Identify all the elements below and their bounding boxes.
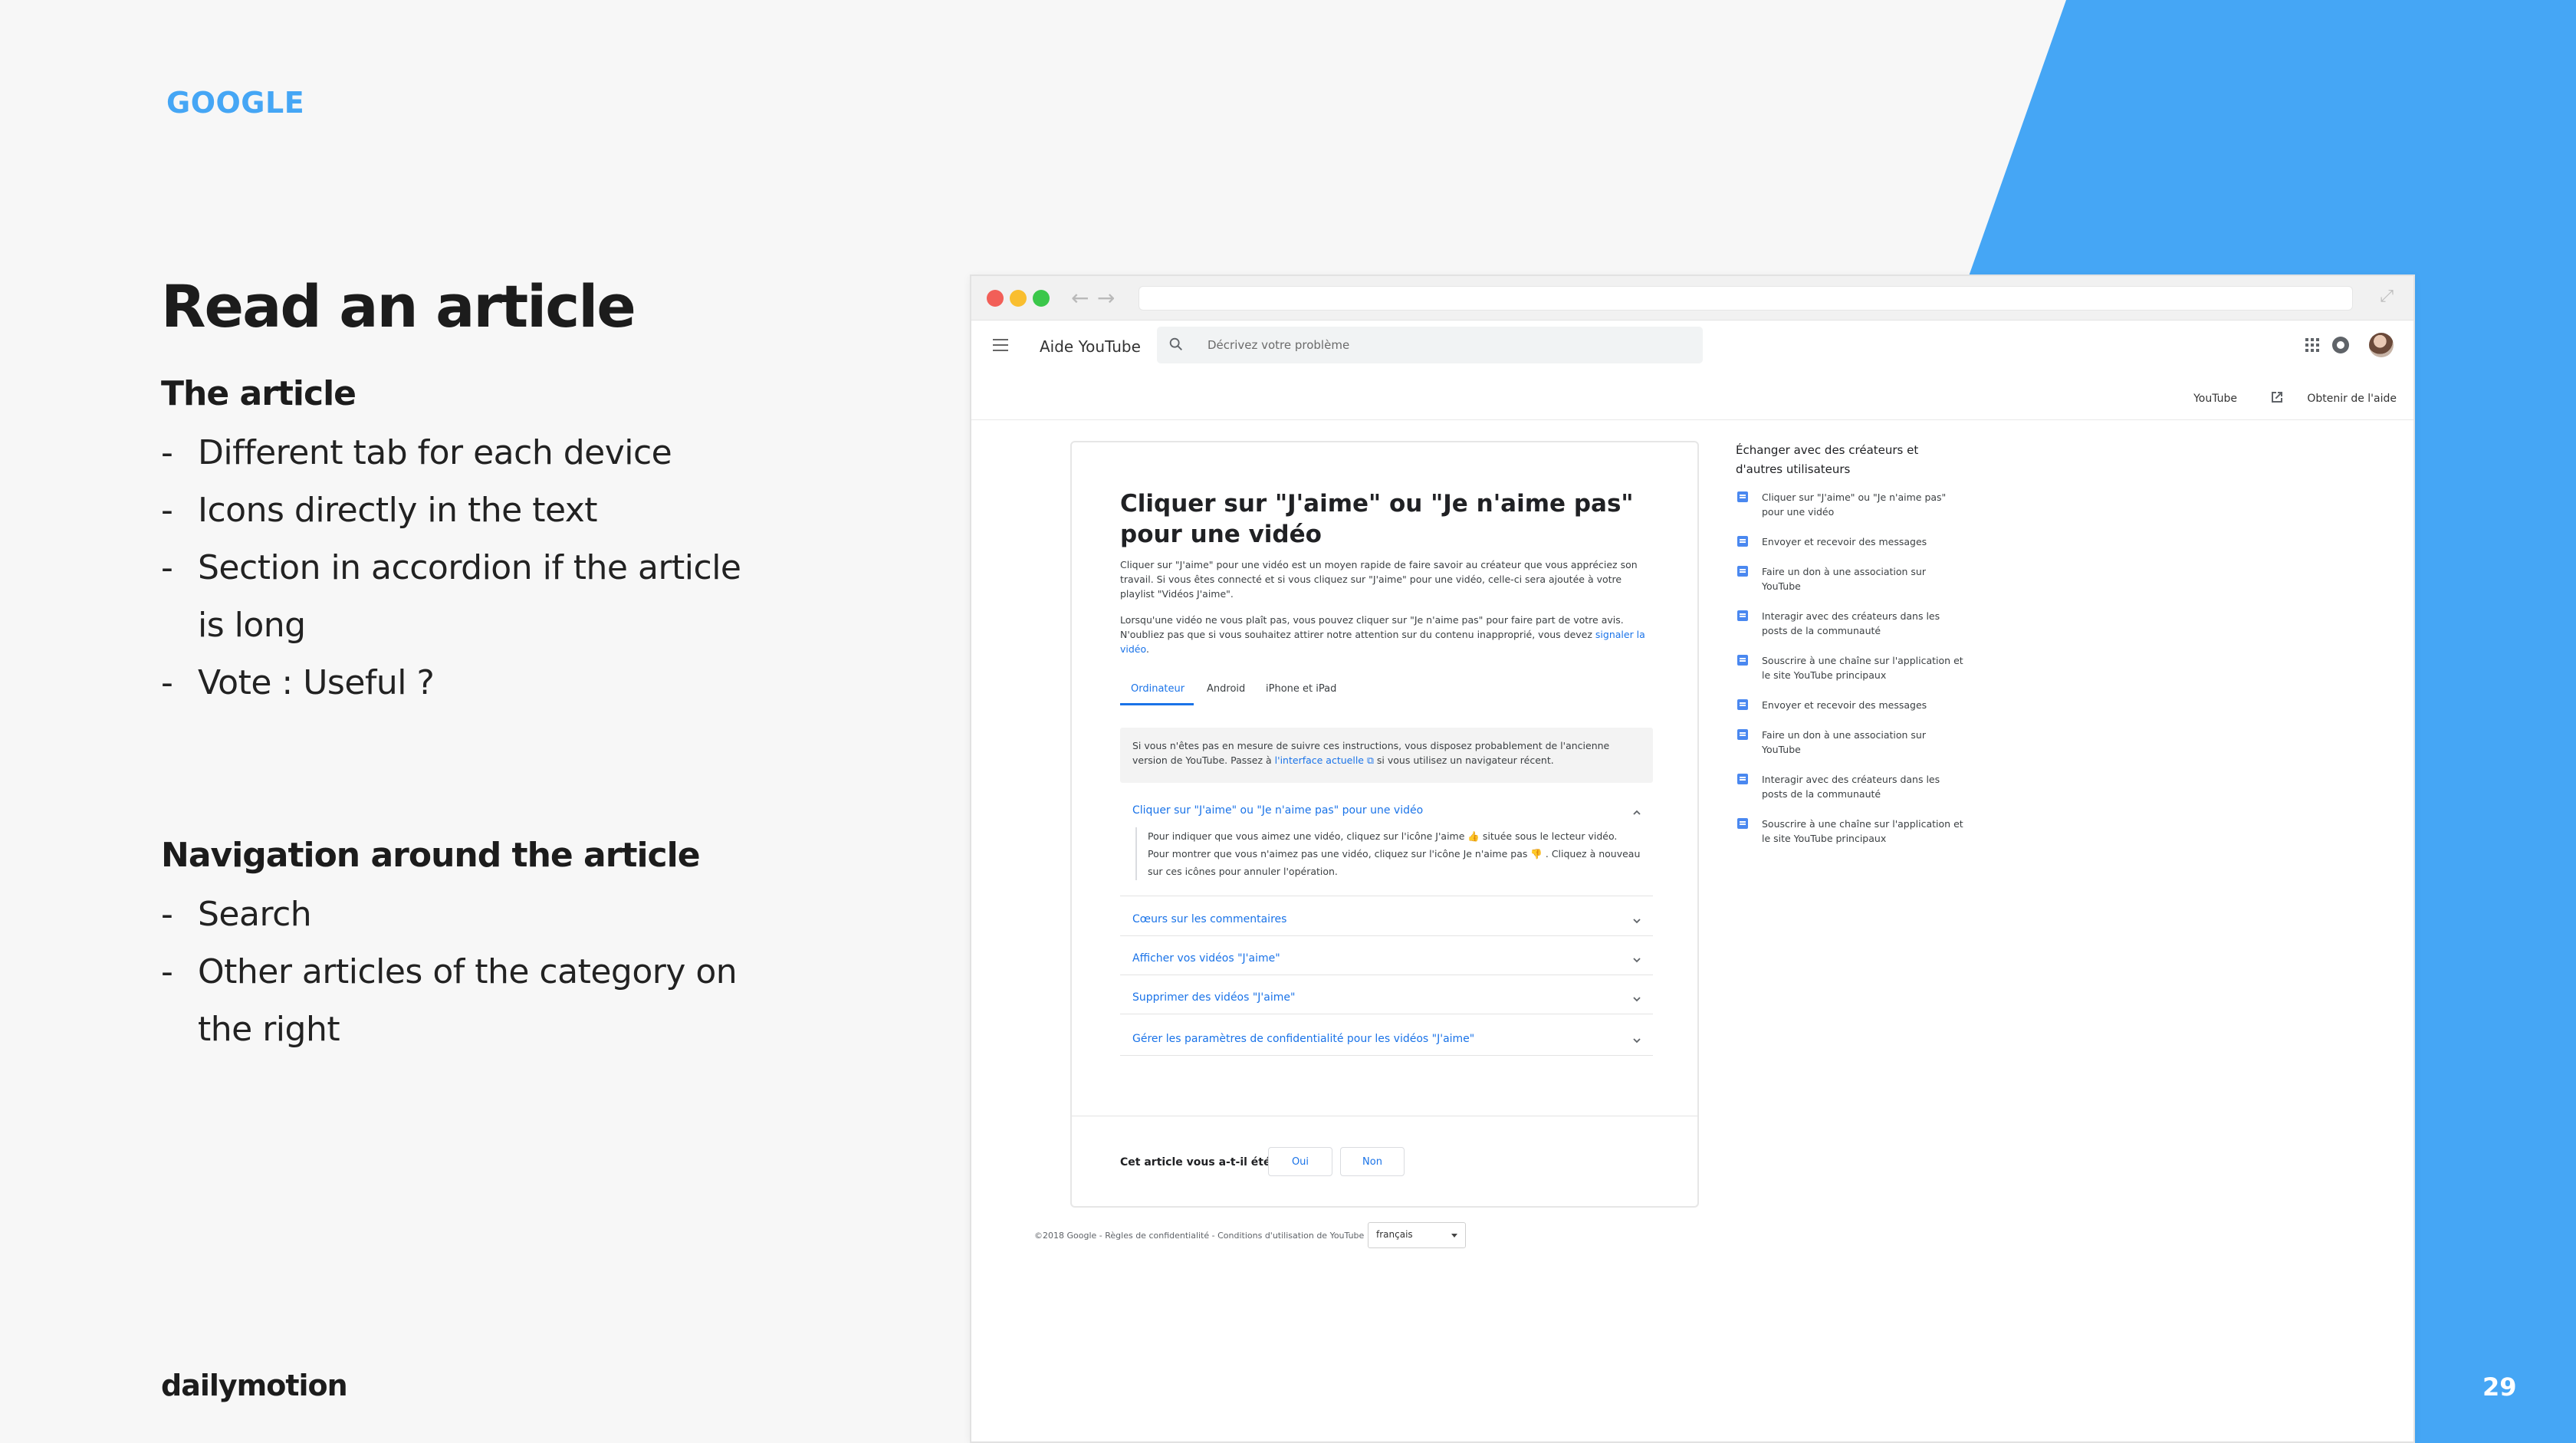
- section-heading: The article: [161, 374, 356, 413]
- accordion-title[interactable]: Cœurs sur les commentaires: [1132, 913, 1286, 925]
- current-interface-link[interactable]: l'interface actuelle: [1275, 754, 1364, 766]
- address-bar[interactable]: [1138, 286, 2353, 311]
- page-number: 29: [2482, 1372, 2517, 1402]
- section-heading: Navigation around the article: [161, 836, 701, 875]
- search-icon: [1169, 337, 1182, 350]
- external-link-icon: ⧉: [1366, 754, 1374, 766]
- dailymotion-logo: dailymotion: [161, 1369, 348, 1402]
- back-arrow-icon[interactable]: ←: [1071, 285, 1089, 311]
- sidebar-article-link[interactable]: Envoyer et recevoir des messages: [1736, 698, 1966, 712]
- section-article: The article - Different tab for each devi…: [161, 374, 774, 712]
- bullet-item: - Section in accordion if the article is …: [161, 548, 741, 645]
- active-tab-indicator: [1120, 703, 1194, 705]
- tab-android[interactable]: Android: [1207, 683, 1245, 695]
- search-bar[interactable]: [1157, 327, 1703, 363]
- get-help-link[interactable]: Obtenir de l'aide: [2307, 393, 2397, 405]
- browser-window: ← → ⤢ Aide YouTube YouTube Obtenir de l'…: [970, 274, 2415, 1443]
- search-input[interactable]: [1208, 336, 1668, 354]
- old-version-notice: Si vous n'êtes pas en mesure de suivre c…: [1120, 728, 1653, 783]
- bullet-item: - Other articles of the category on the r…: [161, 952, 738, 1049]
- apps-grid-icon[interactable]: [2305, 337, 2320, 353]
- bullet-item: - Icons directly in the text: [161, 491, 598, 530]
- sidebar-article-link[interactable]: Cliquer sur "J'aime" ou "Je n'aime pas" …: [1736, 490, 1966, 519]
- chevron-down-icon[interactable]: [1631, 915, 1642, 926]
- accordion-title[interactable]: Cliquer sur "J'aime" ou "Je n'aime pas" …: [1132, 804, 1423, 817]
- fullscreen-icon[interactable]: ⤢: [2380, 287, 2394, 306]
- minimize-window-icon[interactable]: [1010, 290, 1027, 307]
- document-icon: [1737, 774, 1748, 784]
- chevron-down-icon[interactable]: [1631, 1035, 1642, 1046]
- accordion-item[interactable]: Cœurs sur les commentaires: [1120, 902, 1653, 936]
- slide-title: Read an article: [161, 272, 636, 340]
- sidebar-heading: Échanger avec des créateurs et d'autres …: [1736, 443, 1919, 476]
- document-icon: [1737, 536, 1748, 547]
- accordion-item[interactable]: Supprimer des vidéos "J'aime": [1120, 981, 1653, 1014]
- article-paragraph: Cliquer sur "J'aime" pour une vidéo est …: [1120, 559, 1638, 600]
- article-card: Cliquer sur "J'aime" ou "Je n'aime pas" …: [1070, 441, 1699, 1208]
- browser-toolbar: ← → ⤢: [971, 276, 2413, 320]
- chevron-up-icon[interactable]: [1631, 807, 1642, 818]
- vote-section: Cet article vous a-t-il été utile ? Oui …: [1072, 1116, 1697, 1206]
- section-navigation: Navigation around the article - Search -O…: [161, 836, 774, 1058]
- accordion-body: Pour indiquer que vous aimez une vidéo, …: [1135, 827, 1641, 880]
- vote-no-button[interactable]: Non: [1340, 1147, 1405, 1176]
- close-window-icon[interactable]: [987, 290, 1004, 307]
- document-icon: [1737, 655, 1748, 666]
- sidebar-article-link[interactable]: Interagir avec des créateurs dans les po…: [1736, 772, 1966, 801]
- accordion-title[interactable]: Gérer les paramètres de confidentialité …: [1132, 1033, 1474, 1045]
- footer-legal[interactable]: ©2018 Google - Règles de confidentialité…: [1034, 1231, 1364, 1241]
- forward-arrow-icon[interactable]: →: [1097, 285, 1115, 311]
- document-icon: [1737, 610, 1748, 621]
- sidebar-article-link[interactable]: Faire un don à une association sur YouTu…: [1736, 728, 1966, 757]
- tab-iphone-ipad[interactable]: iPhone et iPad: [1266, 683, 1336, 695]
- help-subheader: YouTube Obtenir de l'aide: [971, 374, 2413, 420]
- article-paragraph: Lorsqu'une vidéo ne vous plaît pas, vous…: [1120, 614, 1645, 655]
- bullet-item: - Search: [161, 895, 312, 934]
- sidebar-article-link[interactable]: Interagir avec des créateurs dans les po…: [1736, 609, 1966, 638]
- accordion-item-expanded[interactable]: Cliquer sur "J'aime" ou "Je n'aime pas" …: [1120, 797, 1653, 896]
- brand-label: GOOGLE: [166, 86, 305, 120]
- avatar[interactable]: [2369, 333, 2394, 357]
- sidebar-article-link[interactable]: Souscrire à une chaîne sur l'application…: [1736, 817, 1966, 846]
- chevron-down-icon[interactable]: [1631, 955, 1642, 965]
- accordion-title[interactable]: Supprimer des vidéos "J'aime": [1132, 991, 1295, 1004]
- document-icon: [1737, 729, 1748, 740]
- external-link-icon[interactable]: [2269, 390, 2285, 405]
- sidebar-article-link[interactable]: Faire un don à une association sur YouTu…: [1736, 564, 1966, 593]
- article-title: Cliquer sur "J'aime" ou "Je n'aime pas" …: [1120, 490, 1634, 548]
- accordion-item[interactable]: Gérer les paramètres de confidentialité …: [1120, 1022, 1653, 1056]
- device-tabs: Ordinateur Android iPhone et iPad: [1120, 672, 1653, 711]
- document-icon: [1737, 818, 1748, 829]
- youtube-link[interactable]: YouTube: [2193, 393, 2237, 405]
- sidebar-article-link[interactable]: Souscrire à une chaîne sur l'application…: [1736, 653, 1966, 682]
- language-value: français: [1376, 1229, 1413, 1240]
- dropdown-caret-icon: [1451, 1234, 1457, 1238]
- document-icon: [1737, 566, 1748, 577]
- document-icon: [1737, 491, 1748, 502]
- maximize-window-icon[interactable]: [1033, 290, 1050, 307]
- bullet-item: - Different tab for each device: [161, 433, 672, 472]
- app-title[interactable]: Aide YouTube: [1040, 337, 1141, 356]
- document-icon: [1737, 699, 1748, 710]
- chevron-down-icon[interactable]: [1631, 994, 1642, 1004]
- related-articles-sidebar: Échanger avec des créateurs et d'autres …: [1736, 441, 1966, 861]
- language-select[interactable]: français: [1368, 1222, 1466, 1248]
- app-header: Aide YouTube: [971, 320, 2413, 374]
- notifications-icon[interactable]: [2332, 337, 2349, 353]
- accordion-title[interactable]: Afficher vos vidéos "J'aime": [1132, 952, 1280, 965]
- menu-icon[interactable]: [993, 339, 1008, 351]
- accordion-item[interactable]: Afficher vos vidéos "J'aime": [1120, 942, 1653, 975]
- tab-ordinateur[interactable]: Ordinateur: [1131, 683, 1184, 695]
- sidebar-article-link[interactable]: Envoyer et recevoir des messages: [1736, 534, 1966, 549]
- bullet-item: - Vote : Useful ?: [161, 663, 435, 702]
- vote-yes-button[interactable]: Oui: [1268, 1147, 1332, 1176]
